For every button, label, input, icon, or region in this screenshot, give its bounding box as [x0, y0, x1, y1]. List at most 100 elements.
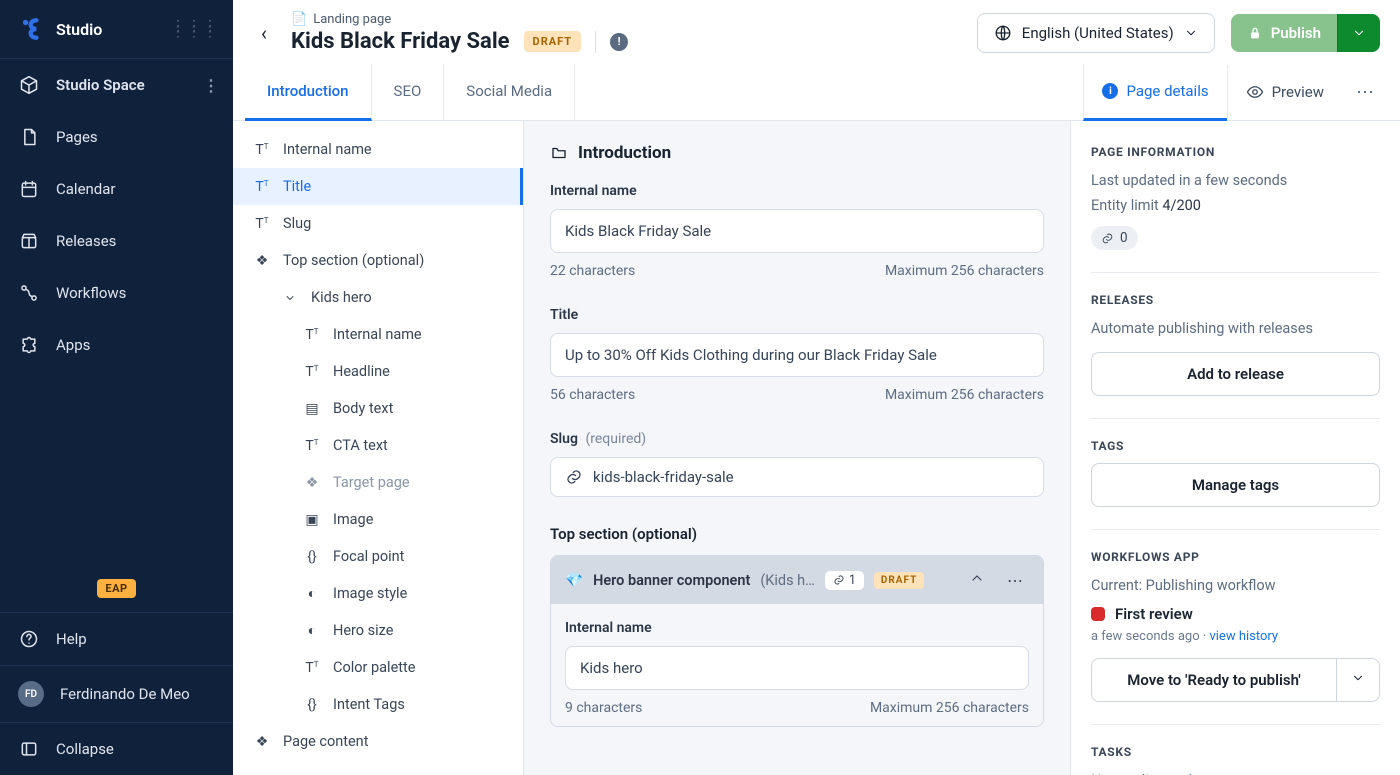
char-max: Maximum 256 characters: [885, 387, 1044, 403]
warning-icon[interactable]: !: [610, 33, 628, 51]
outline-sub-body-text[interactable]: ▤Body text: [233, 390, 523, 427]
char-count: 22 characters: [550, 263, 635, 279]
sidebar-header: Studio ⋮⋮⋮⋮⋮⋮: [0, 0, 233, 58]
title-input[interactable]: [550, 333, 1044, 377]
text-icon: TT: [303, 327, 321, 343]
manage-tags-button[interactable]: Manage tags: [1091, 463, 1380, 507]
move-workflow-button[interactable]: Move to 'Ready to publish': [1091, 658, 1337, 702]
more-actions-button[interactable]: ⋯: [1342, 82, 1388, 103]
page-type-icon: 📄: [291, 12, 307, 27]
toggle-icon: ◐: [303, 622, 321, 639]
main: ‹ 📄Landing page Kids Black Friday Sale D…: [233, 0, 1400, 775]
outline-slug[interactable]: TTSlug: [233, 205, 523, 242]
box-icon: [18, 230, 40, 252]
outline-sub-target-page[interactable]: ❖Target page: [233, 464, 523, 501]
folder-icon: [550, 144, 568, 162]
publish-button[interactable]: Publish: [1231, 14, 1337, 52]
publish-dropdown[interactable]: [1337, 14, 1380, 52]
outline-top-section[interactable]: ❖Top section (optional): [233, 242, 523, 279]
collapse-component-icon[interactable]: [963, 568, 991, 592]
slug-input[interactable]: kids-black-friday-sale: [550, 457, 1044, 497]
outline-internal-name[interactable]: TTInternal name: [233, 131, 523, 168]
link-count-chip[interactable]: 1: [825, 571, 864, 590]
outline-sub-color-palette[interactable]: TTColor palette: [233, 649, 523, 686]
view-history-link[interactable]: view history: [1209, 629, 1278, 644]
field-slug: Slug (required) kids-black-friday-sale: [550, 431, 1044, 497]
text-icon: TT: [303, 438, 321, 454]
component-header[interactable]: 💎 Hero banner component (Kids h… 1 DRAFT…: [551, 556, 1043, 604]
right-panel: PAGE INFORMATION Last updated in a few s…: [1070, 121, 1400, 775]
last-updated: Last updated in a few seconds: [1091, 169, 1380, 194]
component-internal-name-input[interactable]: [565, 646, 1029, 690]
cube-icon: [18, 74, 40, 96]
sidebar-item-releases[interactable]: Releases: [0, 215, 233, 267]
eye-icon: [1246, 83, 1264, 101]
outline-panel: TTInternal name TTTitle TTSlug ❖Top sect…: [233, 121, 524, 775]
calendar-icon: [18, 178, 40, 200]
sidebar: Studio ⋮⋮⋮⋮⋮⋮ Studio Space ⋮ Pages Calen…: [0, 0, 233, 775]
sidebar-item-calendar[interactable]: Calendar: [0, 163, 233, 215]
chevron-down-icon: [281, 292, 299, 304]
sidebar-item-workflows[interactable]: Workflows: [0, 267, 233, 319]
component-more-icon[interactable]: ⋯: [1001, 569, 1029, 592]
tab-introduction[interactable]: Introduction: [245, 64, 372, 121]
outline-sub-internal-name[interactable]: TTInternal name: [233, 316, 523, 353]
back-button[interactable]: ‹: [253, 17, 275, 49]
tab-page-details[interactable]: iPage details: [1083, 64, 1226, 121]
outline-sub-hero-size[interactable]: ◐Hero size: [233, 612, 523, 649]
text-icon: TT: [253, 142, 271, 158]
workflow-stage: First review: [1091, 605, 1380, 623]
top-section-label: Top section (optional): [550, 525, 1044, 543]
link-icon: [565, 468, 583, 486]
sidebar-item-apps[interactable]: Apps: [0, 319, 233, 371]
tab-social-media[interactable]: Social Media: [444, 64, 575, 120]
outline-page-content[interactable]: ❖Page content: [233, 723, 523, 760]
diamond-icon: 💎: [565, 572, 583, 589]
puzzle-icon: [18, 334, 40, 356]
move-workflow-dropdown[interactable]: [1337, 658, 1380, 702]
sidebar-space[interactable]: Studio Space ⋮: [0, 59, 233, 111]
outline-sub-focal-point[interactable]: {}Focal point: [233, 538, 523, 575]
braces-icon: {}: [303, 697, 321, 713]
tab-preview[interactable]: Preview: [1227, 65, 1342, 119]
add-to-release-button[interactable]: Add to release: [1091, 352, 1380, 396]
more-vertical-icon[interactable]: ⋮: [203, 76, 219, 95]
outline-sub-headline[interactable]: TTHeadline: [233, 353, 523, 390]
outline-sub-image-style[interactable]: ◐Image style: [233, 575, 523, 612]
brand-logo-icon: [18, 16, 44, 42]
char-max: Maximum 256 characters: [870, 700, 1029, 716]
sidebar-item-pages[interactable]: Pages: [0, 111, 233, 163]
richtext-icon: ▤: [303, 401, 321, 417]
outline-sub-image[interactable]: ▣Image: [233, 501, 523, 538]
text-icon: TT: [303, 660, 321, 676]
char-count: 9 characters: [565, 700, 642, 716]
page-icon: [18, 126, 40, 148]
locale-selector[interactable]: English (United States): [977, 13, 1215, 53]
avatar: FD: [18, 681, 44, 707]
chevron-down-icon: [1184, 26, 1198, 40]
editor-section-header: Introduction: [550, 143, 1044, 163]
outline-sub-cta-text[interactable]: TTCTA text: [233, 427, 523, 464]
outline-sub-intent-tags[interactable]: {}Intent Tags: [233, 686, 523, 723]
link-icon: [833, 574, 845, 586]
text-icon: TT: [253, 216, 271, 232]
component-status-badge: DRAFT: [874, 572, 924, 589]
sidebar-item-user[interactable]: FDFerdinando De Meo: [0, 665, 233, 722]
tab-seo[interactable]: SEO: [372, 64, 445, 120]
collapse-icon: [18, 738, 40, 760]
stage-dot-icon: [1091, 607, 1105, 621]
internal-name-input[interactable]: [550, 209, 1044, 253]
eap-badge: EAP: [97, 579, 135, 598]
status-badge: DRAFT: [524, 31, 582, 52]
incoming-links-chip[interactable]: 0: [1091, 226, 1138, 250]
sidebar-collapse[interactable]: Collapse: [0, 722, 233, 775]
outline-kids-hero[interactable]: Kids hero: [233, 279, 523, 316]
layers-icon: ❖: [253, 734, 271, 750]
layers-icon: ❖: [253, 253, 271, 269]
outline-title[interactable]: TTTitle: [233, 168, 523, 205]
globe-icon: [994, 24, 1012, 42]
page-info-heading: PAGE INFORMATION: [1091, 145, 1380, 159]
sidebar-item-help[interactable]: Help: [0, 612, 233, 665]
app-switcher-icon[interactable]: ⋮⋮⋮⋮⋮⋮: [171, 23, 219, 35]
link-icon: [1101, 232, 1114, 245]
